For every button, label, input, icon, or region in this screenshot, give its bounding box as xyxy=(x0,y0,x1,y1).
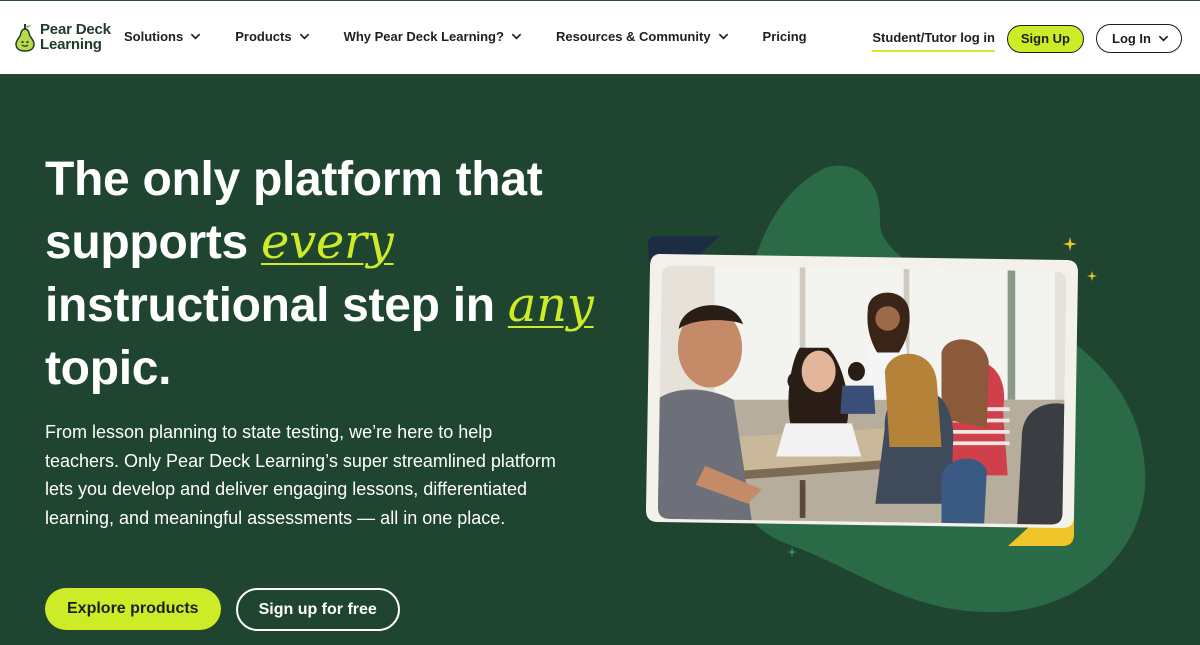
hero-title-accent-every: every xyxy=(260,214,394,270)
sign-up-free-button[interactable]: Sign up for free xyxy=(235,588,400,631)
sparkle-icon xyxy=(1087,271,1097,281)
menu-products-label: Products xyxy=(235,29,292,44)
hero-title-part3: topic. xyxy=(45,342,172,395)
hero-title-part2: instructional step in xyxy=(45,279,508,332)
account-actions: Student/Tutor log in Sign Up Log In xyxy=(872,24,1182,53)
chevron-down-icon xyxy=(191,33,201,40)
chevron-down-icon xyxy=(511,33,521,40)
chevron-down-icon xyxy=(1159,35,1168,42)
sparkle-icon xyxy=(787,547,797,557)
menu-resources-label: Resources & Community xyxy=(555,29,711,44)
menu-why-label: Why Pear Deck Learning? xyxy=(343,29,504,44)
menu-products[interactable]: Products xyxy=(235,29,309,44)
sign-up-button[interactable]: Sign Up xyxy=(1006,24,1084,53)
brand-name-line2: Learning xyxy=(40,36,102,53)
brand-name: Pear Deck Learning xyxy=(40,22,111,52)
brand-logo[interactable]: Pear Deck Learning xyxy=(14,22,111,52)
menu-solutions[interactable]: Solutions xyxy=(124,29,201,44)
pear-logo-icon xyxy=(15,23,35,52)
log-in-label: Log In xyxy=(1112,31,1151,46)
hero-title: The only platform that supports every in… xyxy=(45,148,605,400)
hero-illustration xyxy=(620,150,1200,645)
main-menu: Solutions Products Why Pear Deck Learnin… xyxy=(124,29,807,44)
menu-resources[interactable]: Resources & Community xyxy=(556,29,729,44)
classroom-photo xyxy=(646,246,1078,529)
classroom-photo-art xyxy=(646,254,1078,528)
chevron-down-icon xyxy=(299,33,309,40)
hero-title-accent-any: any xyxy=(507,277,594,333)
brand-name-line1: Pear Deck xyxy=(40,21,111,38)
menu-why-pear-deck[interactable]: Why Pear Deck Learning? xyxy=(344,29,522,44)
hero-cta-row: Explore products Sign up for free xyxy=(45,588,400,631)
explore-products-button[interactable]: Explore products xyxy=(45,588,221,630)
menu-solutions-label: Solutions xyxy=(124,29,184,44)
menu-pricing-label: Pricing xyxy=(762,29,807,44)
chevron-down-icon xyxy=(718,33,728,40)
hero-description: From lesson planning to state testing, w… xyxy=(45,422,556,528)
top-navigation: Pear Deck Learning Solutions Products Wh… xyxy=(0,0,1200,74)
student-tutor-login-link[interactable]: Student/Tutor log in xyxy=(872,30,995,52)
log-in-button[interactable]: Log In xyxy=(1096,24,1182,53)
menu-pricing[interactable]: Pricing xyxy=(763,29,807,44)
